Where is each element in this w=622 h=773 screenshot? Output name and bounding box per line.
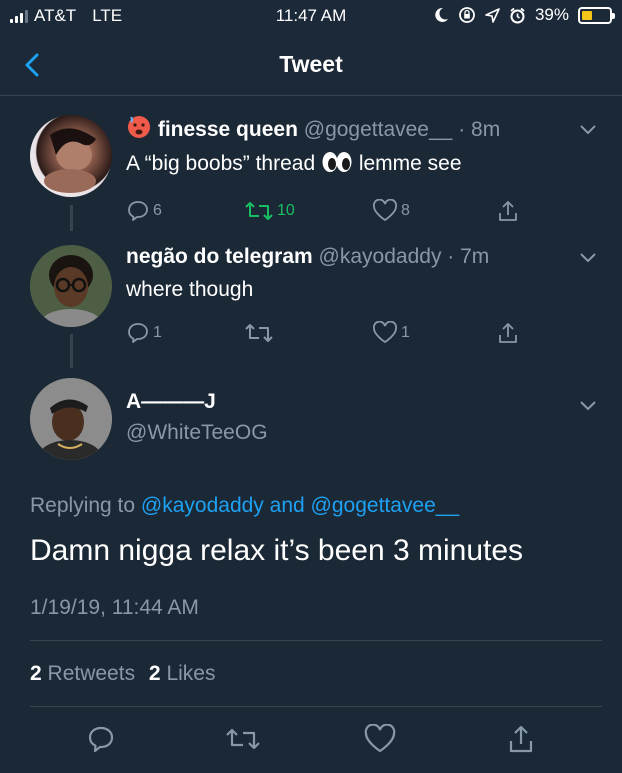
- share-icon[interactable]: [506, 724, 536, 754]
- reply-author-handle[interactable]: @gogettavee__: [304, 118, 453, 141]
- chevron-down-icon[interactable]: [578, 250, 598, 264]
- battery-icon: [578, 6, 615, 24]
- moon-icon: [435, 7, 448, 22]
- reply-icon[interactable]: [86, 724, 116, 754]
- retweet-count: 10: [277, 202, 295, 219]
- reply-text-part: A “big boobs” thread: [126, 152, 316, 175]
- like-count: 8: [401, 202, 410, 219]
- retweet-button[interactable]: [244, 321, 274, 345]
- likes-label: Likes: [166, 662, 216, 685]
- retweets-label: Retweets: [47, 662, 136, 685]
- reply-icon: [128, 323, 148, 343]
- eyes-emoji-icon: [322, 152, 352, 172]
- page-title: Tweet: [279, 51, 343, 77]
- heart-icon: [373, 321, 397, 344]
- reply-actions: 6 10 8: [126, 199, 526, 227]
- tweet-timestamp: 1/19/19, 11:44 AM: [30, 596, 199, 619]
- status-right: 39%: [433, 5, 615, 25]
- chevron-down-icon[interactable]: [578, 398, 598, 412]
- heart-icon[interactable]: [364, 724, 396, 754]
- avatar[interactable]: [30, 115, 112, 197]
- nav-bar: Tweet: [0, 32, 622, 96]
- divider: [30, 706, 602, 707]
- reply-time: · 7m: [447, 245, 490, 268]
- reply-header: negão do telegram @kayodaddy · 7m: [126, 245, 489, 269]
- replying-user-link[interactable]: @kayodaddy: [141, 494, 264, 517]
- battery-fill: [582, 10, 593, 20]
- heart-icon: [373, 199, 397, 222]
- share-icon: [499, 201, 517, 221]
- reply-button[interactable]: 1: [126, 321, 162, 345]
- author-name[interactable]: A———J: [126, 390, 216, 414]
- battery-percent: 39%: [534, 5, 569, 24]
- reply-text-part: lemme see: [358, 152, 462, 175]
- retweet-button[interactable]: 10: [244, 199, 295, 223]
- reply-author-name[interactable]: finesse queen: [158, 118, 298, 141]
- replying-user-link[interactable]: @gogettavee__: [311, 494, 460, 517]
- author-handle[interactable]: @WhiteTeeOG: [126, 421, 268, 445]
- like-button[interactable]: 1: [372, 321, 410, 345]
- reply-author-name[interactable]: negão do telegram: [126, 245, 313, 268]
- replying-to: Replying to @kayodaddy and @gogettavee__: [30, 494, 459, 518]
- divider: [30, 640, 602, 641]
- like-button[interactable]: 8: [372, 199, 410, 223]
- reply-author-handle[interactable]: @kayodaddy: [319, 245, 442, 268]
- avatar[interactable]: [30, 378, 112, 460]
- reply-time: · 8m: [458, 118, 501, 141]
- retweet-icon: [245, 202, 273, 220]
- retweet-icon: [245, 324, 273, 342]
- status-bar: AT&T LTE 11:47 AM 39%: [0, 0, 622, 32]
- retweets-count: 2: [30, 662, 42, 685]
- reply-button[interactable]: 6: [126, 199, 162, 223]
- location-icon: [485, 7, 500, 23]
- share-button[interactable]: [496, 199, 520, 223]
- tweet-actions: [0, 720, 622, 760]
- hot-face-emoji-icon: [128, 116, 150, 138]
- reply-text: where though: [126, 278, 254, 301]
- replying-and[interactable]: and: [270, 494, 305, 517]
- avatar[interactable]: [30, 245, 112, 327]
- replying-prefix: Replying to: [30, 494, 136, 517]
- thread-line: [70, 205, 73, 231]
- thread-line: [70, 334, 73, 368]
- rotation-lock-icon: [459, 7, 475, 23]
- reply-count: 6: [153, 202, 162, 219]
- retweets-stat[interactable]: 2 Retweets: [30, 662, 135, 685]
- reply-icon: [128, 201, 148, 221]
- share-icon: [499, 323, 517, 343]
- likes-stat[interactable]: 2 Likes: [149, 662, 216, 685]
- reply-count: 1: [153, 324, 162, 341]
- tweet-text: Damn nigga relax it’s been 3 minutes: [30, 534, 524, 567]
- share-button[interactable]: [496, 321, 520, 345]
- reply-actions: 1 1: [126, 321, 526, 349]
- retweet-icon[interactable]: [225, 724, 261, 754]
- reply-text: A “big boobs” thread lemme see: [126, 151, 462, 176]
- reply-header: finesse queen @gogettavee__ · 8m: [126, 113, 500, 142]
- chevron-down-icon[interactable]: [578, 122, 598, 136]
- tweet-stats: 2 Retweets 2 Likes: [30, 662, 215, 686]
- like-count: 1: [401, 324, 410, 341]
- alarm-icon: [510, 7, 525, 23]
- likes-count: 2: [148, 662, 161, 685]
